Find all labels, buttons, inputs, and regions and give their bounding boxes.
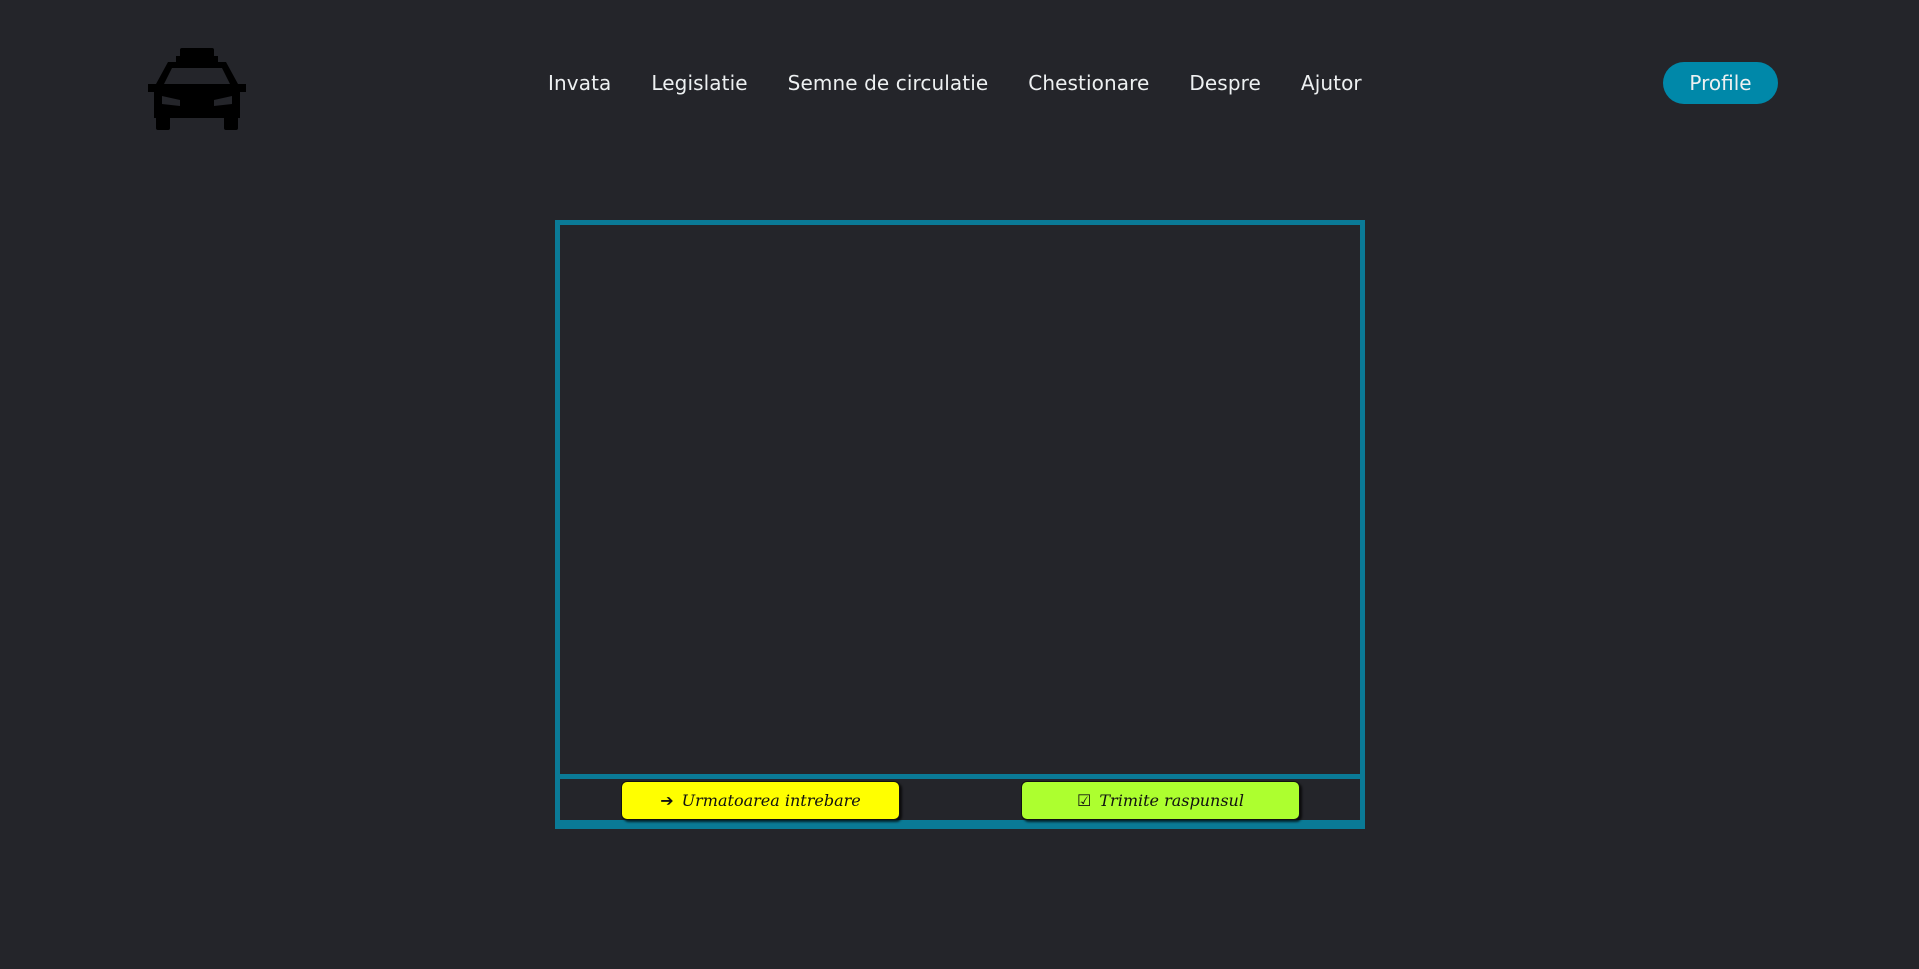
nav-item-legislatie: Legislatie — [651, 71, 747, 95]
main-nav: Invata Legislatie Semne de circulatie Ch… — [548, 68, 1362, 98]
nav-link-semne-de-circulatie[interactable]: Semne de circulatie — [788, 71, 989, 95]
quiz-footer: ➔ Urmatoarea intrebare ☑ Trimite raspuns… — [560, 774, 1360, 820]
nav-item-invata: Invata — [548, 71, 611, 95]
nav-link-despre[interactable]: Despre — [1189, 71, 1261, 95]
submit-answer-label: Trimite raspunsul — [1099, 791, 1244, 810]
quiz-container: ➔ Urmatoarea intrebare ☑ Trimite raspuns… — [555, 220, 1365, 829]
next-question-label: Urmatoarea intrebare — [681, 791, 861, 810]
nav-link-ajutor[interactable]: Ajutor — [1301, 71, 1362, 95]
next-question-button[interactable]: ➔ Urmatoarea intrebare — [621, 781, 900, 820]
taxi-icon[interactable] — [146, 48, 248, 130]
profile-button[interactable]: Profile — [1663, 62, 1778, 104]
page: Invata Legislatie Semne de circulatie Ch… — [0, 0, 1919, 969]
nav-link-chestionare[interactable]: Chestionare — [1028, 71, 1149, 95]
nav-item-chestionare: Chestionare — [1028, 71, 1149, 95]
nav-item-despre: Despre — [1189, 71, 1261, 95]
arrow-right-icon: ➔ — [660, 791, 674, 810]
checkbox-icon: ☑ — [1077, 791, 1092, 810]
nav-link-legislatie[interactable]: Legislatie — [651, 71, 747, 95]
nav-link-invata[interactable]: Invata — [548, 71, 611, 95]
nav-item-ajutor: Ajutor — [1301, 71, 1362, 95]
submit-answer-button[interactable]: ☑ Trimite raspunsul — [1021, 781, 1300, 820]
question-area — [560, 225, 1360, 774]
nav-item-semne-de-circulatie: Semne de circulatie — [788, 71, 989, 95]
